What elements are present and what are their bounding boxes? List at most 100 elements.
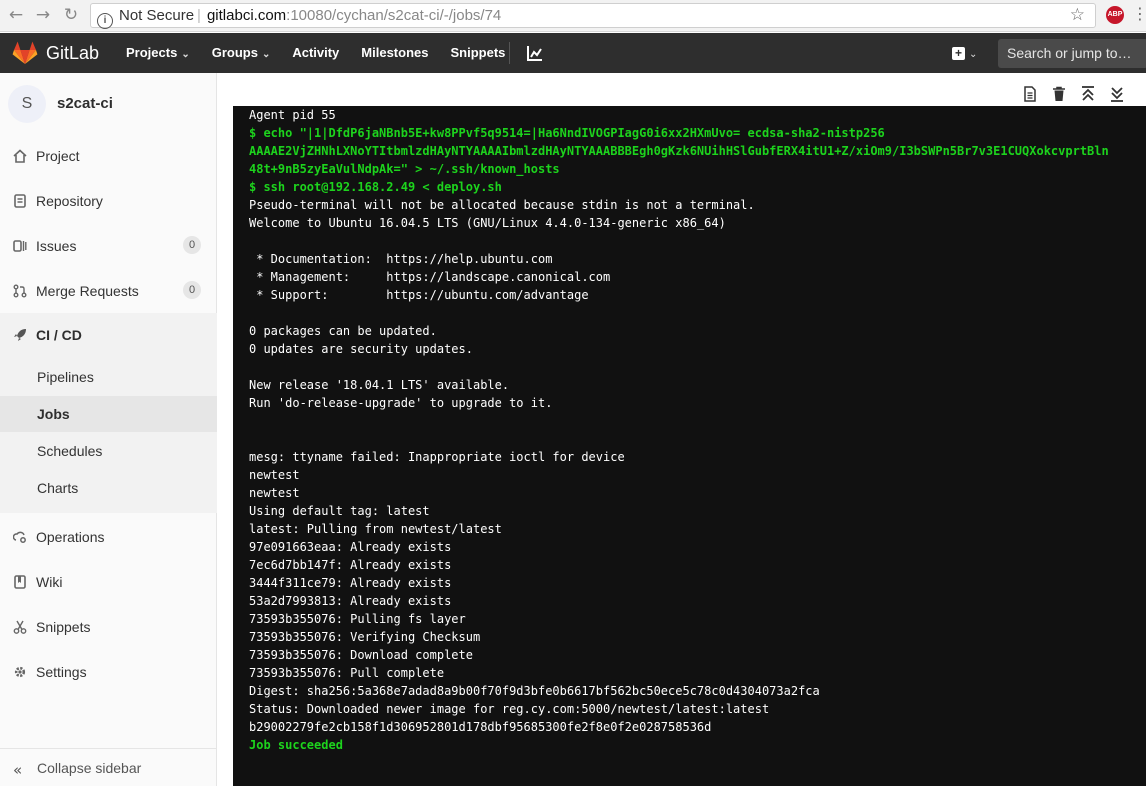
merge-requests-count-badge: 0 <box>183 281 201 299</box>
nav-activity[interactable]: Activity <box>292 45 339 60</box>
ci-cd-group: CI / CD Pipelines Jobs Schedules Charts <box>0 313 217 513</box>
sidebar-subitem-schedules[interactable]: Schedules <box>0 433 217 469</box>
log-line: 73593b355076: Pulling fs layer <box>249 612 466 626</box>
sidebar-item-label: Merge Requests <box>36 283 139 299</box>
log-line: 48t+9nB5zyEaVulNdpAk=" > ~/.ssh/known_ho… <box>249 162 560 176</box>
rocket-icon <box>14 329 26 341</box>
forward-icon[interactable]: → <box>31 4 55 26</box>
chart-icon[interactable] <box>527 45 543 61</box>
project-sidebar: S s2cat-ci Project Repository Issues 0 M… <box>0 73 217 786</box>
log-line: 7ec6d7bb147f: Already exists <box>249 558 452 572</box>
log-line: 53a2d7993813: Already exists <box>249 594 452 608</box>
home-icon <box>13 149 27 163</box>
search-input[interactable]: Search or jump to… <box>998 39 1146 68</box>
sidebar-item-label: Wiki <box>36 574 63 590</box>
adblock-icon[interactable]: ABP <box>1106 6 1124 24</box>
sidebar-item-merge-requests[interactable]: Merge Requests 0 <box>0 273 217 309</box>
bookmark-star-icon[interactable]: ☆ <box>1070 4 1085 27</box>
sidebar-item-ci-cd[interactable]: CI / CD <box>0 317 217 353</box>
address-bar[interactable]: i Not Secure | gitlabci.com:10080/cychan/s2… <box>90 3 1096 29</box>
nav-projects[interactable]: Projects ⌄ <box>126 45 190 60</box>
log-line: 73593b355076: Pull complete <box>249 666 445 680</box>
sidebar-item-label: Operations <box>36 529 105 545</box>
sidebar-item-operations[interactable]: Operations <box>0 519 217 555</box>
log-line: 3444f311ce79: Already exists <box>249 576 452 590</box>
log-line: Pseudo-terminal will not be allocated be… <box>249 198 755 212</box>
gitlab-brand[interactable]: GitLab <box>46 43 99 64</box>
new-dropdown-button[interactable]: + ⌄ <box>952 45 977 60</box>
url-separator: | <box>197 7 201 24</box>
log-line: Agent pid 55 <box>249 108 336 122</box>
log-line: 97e091663eaa: Already exists <box>249 540 452 554</box>
log-line: Using default tag: latest <box>249 504 430 518</box>
sidebar-item-label: Issues <box>36 238 77 254</box>
log-line: 73593b355076: Download complete <box>249 648 473 662</box>
sidebar-item-label: Snippets <box>36 619 91 635</box>
log-line: b29002279fe2cb158f1d306952801d178dbf9568… <box>249 720 712 734</box>
job-content: Agent pid 55 $ echo "|1|DfdP6jaNBnb5E+kw8… <box>217 73 1146 786</box>
erase-log-icon[interactable] <box>1050 85 1068 103</box>
browser-menu-icon[interactable]: ⋮ <box>1132 4 1146 23</box>
log-line: 73593b355076: Verifying Checksum <box>249 630 481 644</box>
log-line: mesg: ttyname failed: Inappropriate ioct… <box>249 450 625 464</box>
browser-toolbar: ← → ↻ i Not Secure | gitlabci.com:10080/cyc… <box>0 0 1146 32</box>
log-line: latest: Pulling from newtest/latest <box>249 522 502 536</box>
sidebar-subitem-label: Schedules <box>37 443 103 459</box>
nav-divider <box>509 42 510 64</box>
raw-log-icon[interactable] <box>1021 85 1039 103</box>
merge-icon <box>13 284 27 298</box>
nav-snippets[interactable]: Snippets <box>450 45 505 60</box>
log-line: * Support: https://ubuntu.com/advantage <box>249 288 589 302</box>
nav-groups[interactable]: Groups ⌄ <box>212 45 271 60</box>
sidebar-item-label: Repository <box>36 193 103 209</box>
gear-icon <box>14 666 26 678</box>
sidebar-item-issues[interactable]: Issues 0 <box>0 228 217 264</box>
issues-count-badge: 0 <box>183 236 201 254</box>
gitlab-header: GitLab Projects ⌄ Groups ⌄ Activity Milest… <box>0 33 1146 73</box>
sidebar-subitem-label: Jobs <box>37 406 70 422</box>
collapse-sidebar-label: Collapse sidebar <box>37 760 142 776</box>
sidebar-item-label: CI / CD <box>36 327 82 343</box>
project-avatar[interactable]: S <box>8 85 46 123</box>
nav-milestones[interactable]: Milestones <box>361 45 428 60</box>
sidebar-subitem-label: Pipelines <box>37 369 94 385</box>
sidebar-subitem-jobs[interactable]: Jobs <box>0 396 217 432</box>
log-line: Digest: sha256:5a368e7adad8a9b00f70f9d3b… <box>249 684 820 698</box>
chevron-down-icon: ⌄ <box>261 49 271 60</box>
back-icon[interactable]: ← <box>4 4 28 26</box>
scissors-icon <box>13 620 27 634</box>
info-icon[interactable]: i <box>97 13 113 29</box>
sidebar-subitem-charts[interactable]: Charts <box>0 470 217 506</box>
job-log-terminal[interactable]: Agent pid 55 $ echo "|1|DfdP6jaNBnb5E+kw8… <box>233 106 1146 786</box>
book-icon <box>14 575 26 589</box>
log-line: AAAAE2VjZHNhLXNoYTItbmlzdHAyNTYAAAAIbmlz… <box>249 144 1109 158</box>
url-path: :10080/cychan/s2cat-ci/-/jobs/74 <box>286 7 502 24</box>
sidebar-item-snippets[interactable]: Snippets <box>0 609 217 645</box>
log-line: Job succeeded <box>249 738 343 752</box>
sidebar-item-settings[interactable]: Settings <box>0 654 217 690</box>
sidebar-item-project[interactable]: Project <box>0 138 217 174</box>
cloud-gear-icon <box>13 531 26 543</box>
sidebar-item-label: Settings <box>36 664 87 680</box>
sidebar-item-repository[interactable]: Repository <box>0 183 217 219</box>
doc-icon <box>14 194 26 208</box>
log-line: newtest <box>249 468 300 482</box>
log-line: New release '18.04.1 LTS' available. <box>249 378 510 392</box>
sidebar-subitem-label: Charts <box>37 480 79 496</box>
scroll-to-bottom-icon[interactable] <box>1108 85 1126 103</box>
collapse-sidebar-button[interactable]: « Collapse sidebar <box>0 748 217 786</box>
project-name[interactable]: s2cat-ci <box>57 95 113 112</box>
security-label: Not Secure <box>119 7 195 24</box>
sidebar-subitem-pipelines[interactable]: Pipelines <box>0 359 217 395</box>
gitlab-logo-icon[interactable] <box>12 41 38 65</box>
reload-icon[interactable]: ↻ <box>59 4 83 26</box>
issues-icon <box>13 240 27 252</box>
scroll-to-top-icon[interactable] <box>1079 85 1097 103</box>
chevron-down-icon: ⌄ <box>969 49 978 60</box>
log-line: Status: Downloaded newer image for reg.c… <box>249 702 770 716</box>
log-line: 0 updates are security updates. <box>249 342 473 356</box>
sidebar-item-wiki[interactable]: Wiki <box>0 564 217 600</box>
log-line: Welcome to Ubuntu 16.04.5 LTS (GNU/Linux… <box>249 216 726 230</box>
